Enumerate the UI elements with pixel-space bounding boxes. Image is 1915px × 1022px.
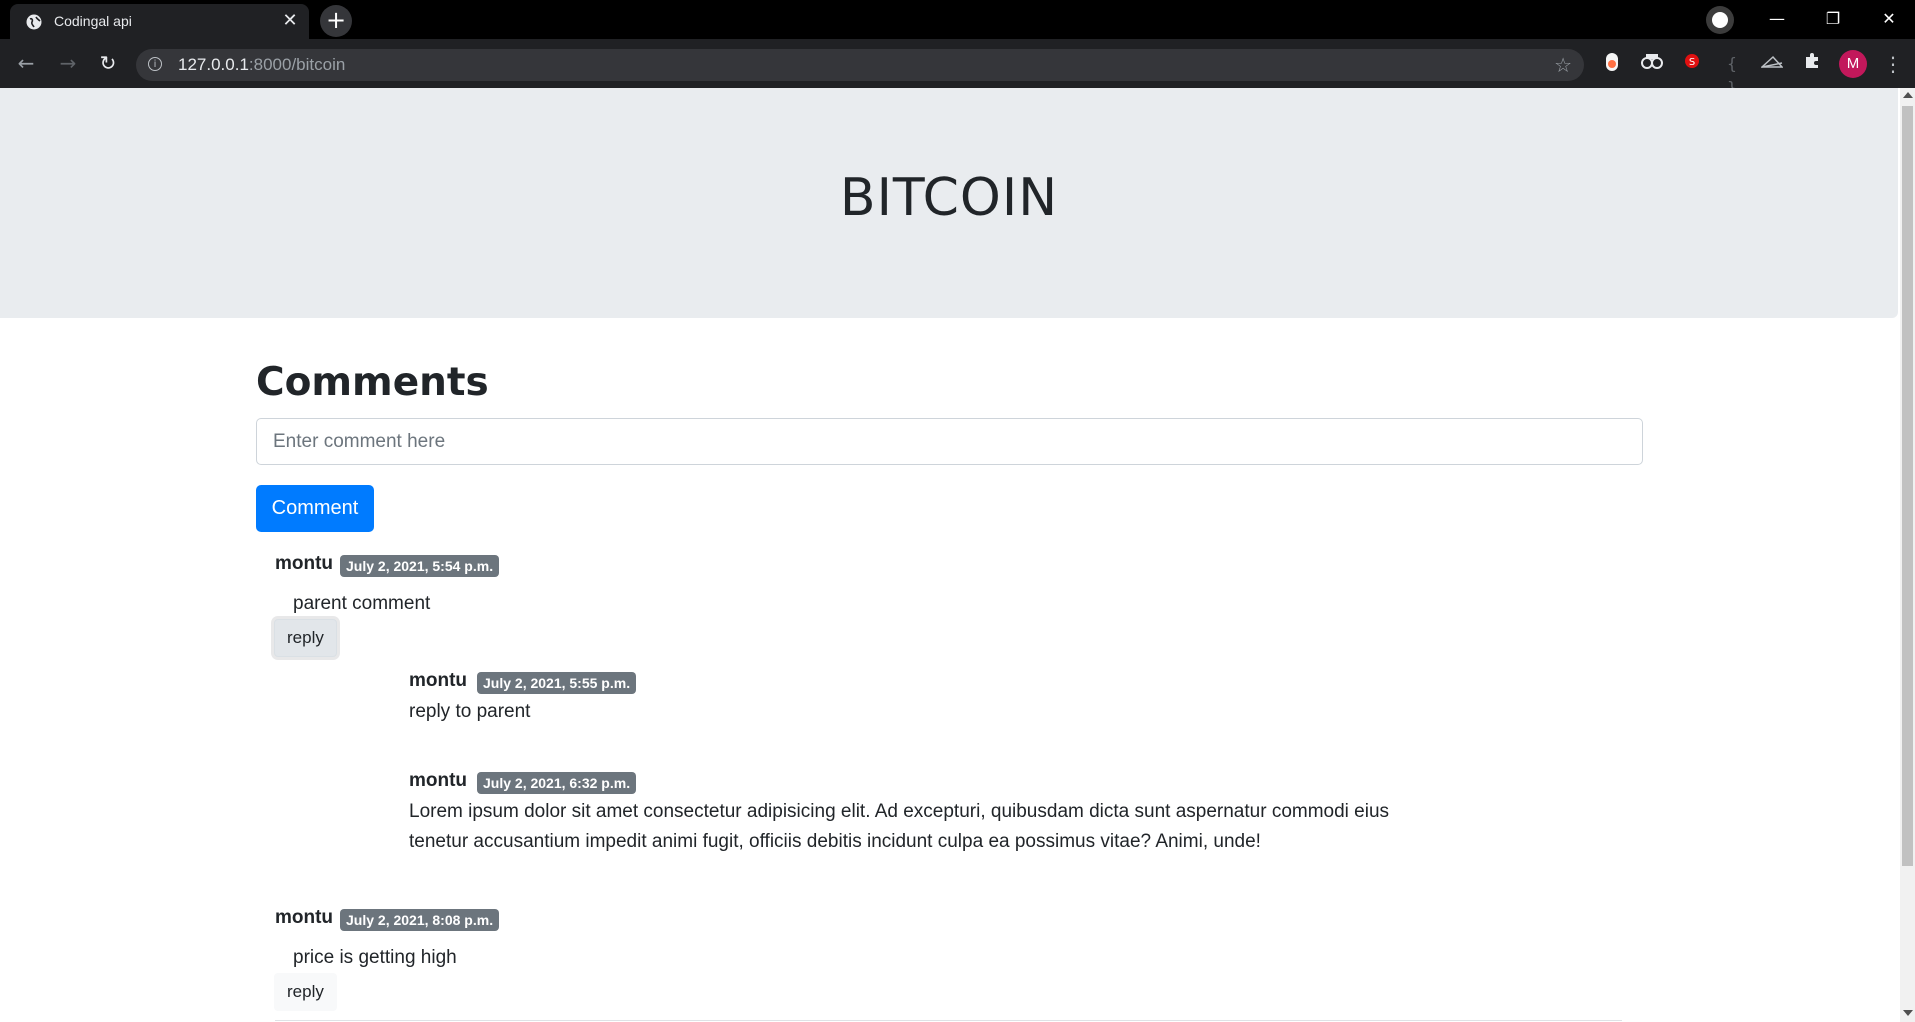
restore-button[interactable]: ❐: [1805, 0, 1861, 39]
back-arrow-icon[interactable]: ←: [12, 49, 40, 77]
extension-icon[interactable]: [1640, 52, 1664, 76]
tab-title: Codingal api: [54, 13, 132, 29]
comment-text: parent comment: [293, 593, 431, 614]
tab-search-icon[interactable]: [1706, 6, 1734, 34]
scroll-up-icon[interactable]: [1903, 92, 1913, 98]
bookmark-star-icon[interactable]: ☆: [1554, 53, 1572, 77]
extension-icon[interactable]: { }: [1720, 52, 1744, 97]
scrollbar-thumb[interactable]: [1902, 106, 1913, 866]
info-icon[interactable]: i: [148, 57, 162, 71]
comment-input[interactable]: [256, 418, 1643, 465]
comment-text: price is getting high: [293, 947, 457, 968]
svg-text:S: S: [1689, 57, 1695, 68]
profile-avatar[interactable]: M: [1839, 50, 1867, 78]
jumbotron: BITCOIN: [0, 88, 1898, 318]
reply-text-line: tenetur accusantium impedit animi fugit,…: [409, 831, 1261, 852]
new-tab-button[interactable]: +: [320, 5, 352, 37]
date-badge: July 2, 2021, 5:54 p.m.: [340, 555, 500, 577]
page-title: BITCOIN: [839, 168, 1059, 228]
extension-icon[interactable]: S: [1680, 52, 1704, 76]
reply-author: montu: [409, 670, 468, 691]
browser-toolbar: ← → ↻ i 127.0.0.1:8000/bitcoin ☆ S { } M…: [0, 39, 1915, 97]
url-text: 127.0.0.1:8000/bitcoin: [178, 55, 346, 74]
reload-icon[interactable]: ↻: [94, 49, 122, 77]
comment-author: montu: [275, 553, 334, 574]
globe-icon: [26, 14, 42, 30]
browser-tabstrip: Codingal api ✕ + — ❐ ✕: [0, 0, 1915, 39]
reply-text-line: Lorem ipsum dolor sit amet consectetur a…: [409, 801, 1390, 822]
divider: [275, 1020, 1622, 1021]
address-bar[interactable]: i 127.0.0.1:8000/bitcoin ☆: [136, 49, 1584, 81]
scroll-down-icon[interactable]: [1903, 1010, 1913, 1016]
page-scrollbar[interactable]: [1900, 88, 1915, 1022]
minimize-button[interactable]: —: [1749, 0, 1805, 39]
forward-arrow-icon[interactable]: →: [54, 49, 82, 77]
extension-icon[interactable]: [1760, 52, 1784, 76]
comments-heading: Comments: [256, 360, 489, 405]
comment-author: montu: [275, 907, 334, 928]
close-window-button[interactable]: ✕: [1861, 0, 1915, 39]
reply-text: reply to parent: [409, 701, 531, 722]
menu-kebab-icon[interactable]: ⋮: [1883, 50, 1903, 78]
reply-button[interactable]: reply: [274, 619, 337, 657]
reply-author: montu: [409, 770, 468, 791]
extension-icon[interactable]: [1600, 52, 1624, 76]
puzzle-piece-icon[interactable]: [1800, 52, 1824, 76]
reply-button[interactable]: reply: [274, 973, 337, 1011]
close-tab-icon[interactable]: ✕: [281, 12, 299, 30]
date-badge: July 2, 2021, 5:55 p.m.: [477, 672, 637, 694]
date-badge: July 2, 2021, 8:08 p.m.: [340, 909, 500, 931]
comment-button[interactable]: Comment: [256, 485, 374, 532]
browser-tab[interactable]: Codingal api ✕: [10, 4, 309, 39]
date-badge: July 2, 2021, 6:32 p.m.: [477, 772, 637, 794]
